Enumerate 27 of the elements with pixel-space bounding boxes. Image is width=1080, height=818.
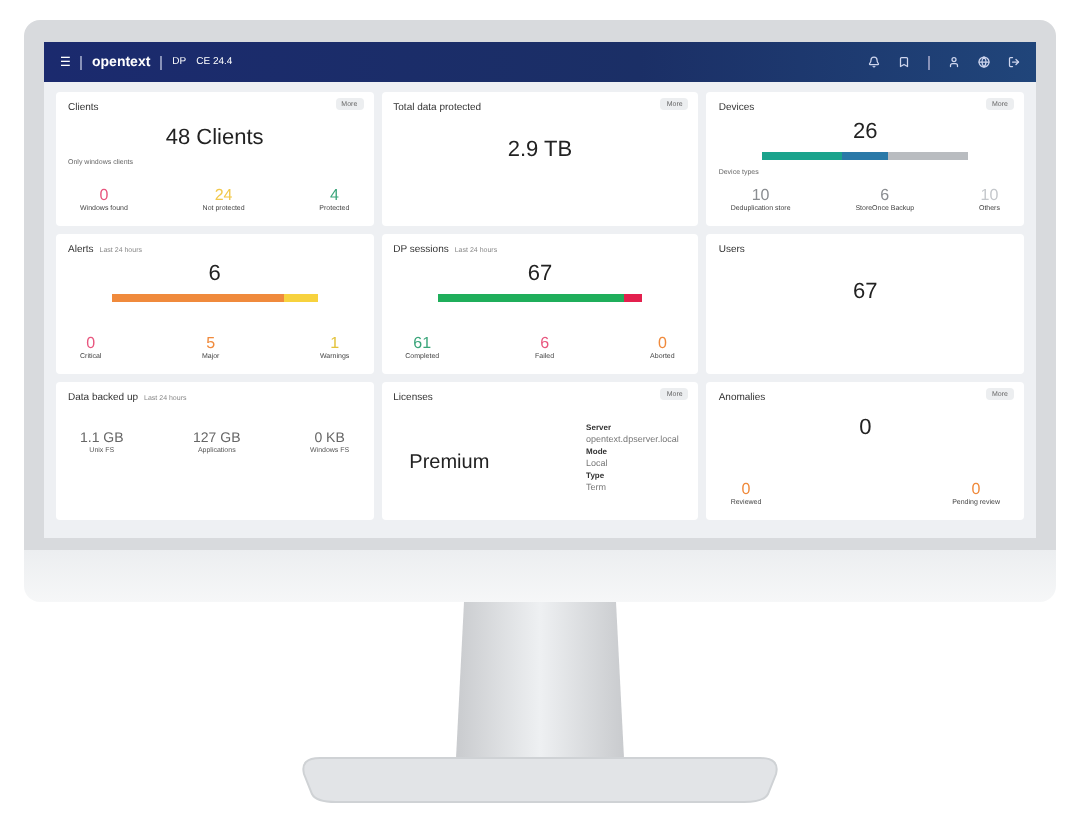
stat-value: 0 (741, 480, 751, 498)
logout-icon[interactable] (1008, 56, 1020, 68)
globe-icon[interactable] (978, 56, 990, 68)
stat-value: 0 (971, 480, 981, 498)
summary-value: 67 (525, 262, 555, 286)
stat-value: 6 (540, 334, 550, 352)
stat-value: 0 (657, 334, 667, 352)
stat-value: 10 (751, 186, 770, 204)
summary-value: 67 (851, 280, 880, 304)
stat-value: 5 (206, 334, 216, 352)
notifications-icon[interactable] (868, 56, 880, 68)
summary-value: 26 (851, 120, 880, 144)
stat-value: 10 (980, 186, 999, 204)
stat-value: 24 (214, 186, 233, 204)
stat-value: 1 (330, 334, 340, 352)
stat-value: 0 (86, 334, 96, 352)
stat-value: 0 (99, 186, 109, 204)
summary-value: 48 Clients (163, 126, 266, 150)
stat-value: 4 (329, 186, 339, 204)
summary-value: 0 (857, 416, 874, 440)
summary-value: 6 (206, 262, 223, 286)
user-icon[interactable] (948, 56, 960, 68)
stat-value: 6 (880, 186, 890, 204)
stat-value: 61 (413, 334, 432, 352)
bookmark-icon[interactable] (898, 56, 910, 68)
summary-value: 2.9 TB (505, 138, 575, 162)
license-name: Premium (409, 452, 490, 474)
